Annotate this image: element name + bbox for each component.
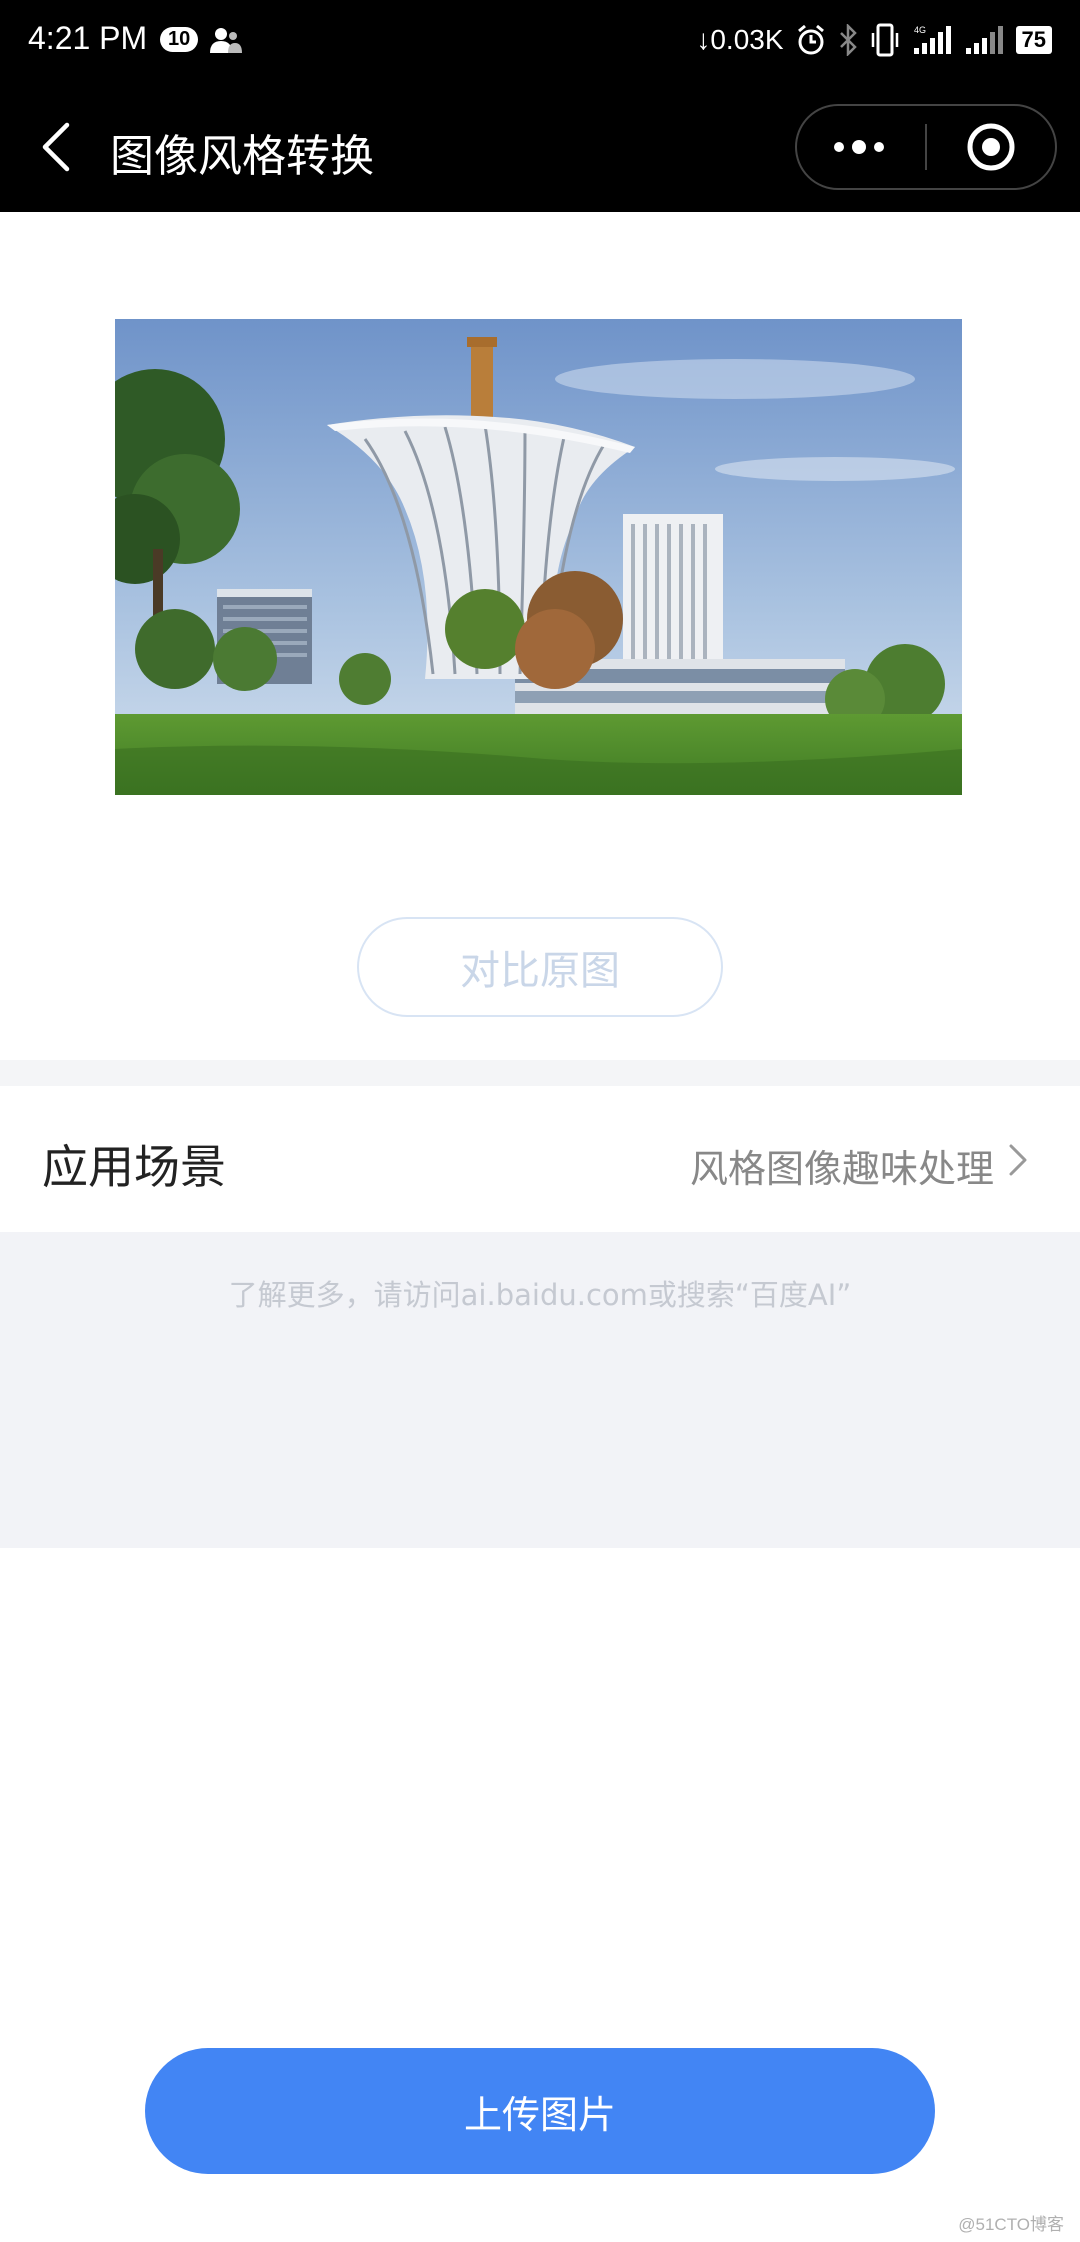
scene-label: 应用场景 <box>42 1140 226 1194</box>
mini-program-capsule <box>795 104 1057 190</box>
status-bar: 4:21 PM 10 ↓0.03K 4G 75 <box>0 0 1080 82</box>
watermark: @51CTO博客 <box>958 2215 1064 2234</box>
status-time: 4:21 PM <box>28 20 148 56</box>
chevron-right-icon <box>1009 1144 1027 1176</box>
more-dots-icon <box>834 140 884 154</box>
compare-original-button[interactable]: 对比原图 <box>357 917 723 1017</box>
footer-text: 了解更多，请访问ai.baidu.com或搜索“百度AI” <box>228 1278 852 1312</box>
status-right: ↓0.03K 4G 75 <box>696 18 1052 62</box>
preview-area: 对比原图 <box>0 212 1080 1060</box>
bluetooth-icon <box>839 24 857 56</box>
scene-value: 风格图像趣味处理 <box>689 1147 994 1191</box>
back-button[interactable] <box>28 114 84 180</box>
person-icon <box>210 28 242 53</box>
page-title: 图像风格转换 <box>110 131 374 182</box>
close-button[interactable] <box>927 106 1055 188</box>
scene-row[interactable]: 应用场景 风格图像趣味处理 <box>0 1086 1080 1232</box>
notification-badge: 10 <box>160 27 199 52</box>
target-circle-icon <box>967 123 1015 171</box>
nav-bar: 图像风格转换 <box>0 82 1080 212</box>
campus-photo <box>115 319 962 795</box>
signal-icon: 4G <box>913 25 951 54</box>
preview-image <box>115 319 962 795</box>
vibrate-icon <box>871 23 898 57</box>
upload-image-button[interactable]: 上传图片 <box>145 2048 935 2174</box>
network-type-label: 4G <box>914 25 926 35</box>
signal-icon-2 <box>965 26 1003 54</box>
section-divider <box>0 1060 1080 1086</box>
footer-area: 了解更多，请访问ai.baidu.com或搜索“百度AI” <box>0 1232 1080 1548</box>
net-speed: ↓0.03K <box>696 24 784 55</box>
alarm-icon <box>797 24 824 55</box>
more-button[interactable] <box>797 106 925 188</box>
chevron-left-icon <box>42 122 70 172</box>
battery-icon: 75 <box>1015 26 1052 54</box>
